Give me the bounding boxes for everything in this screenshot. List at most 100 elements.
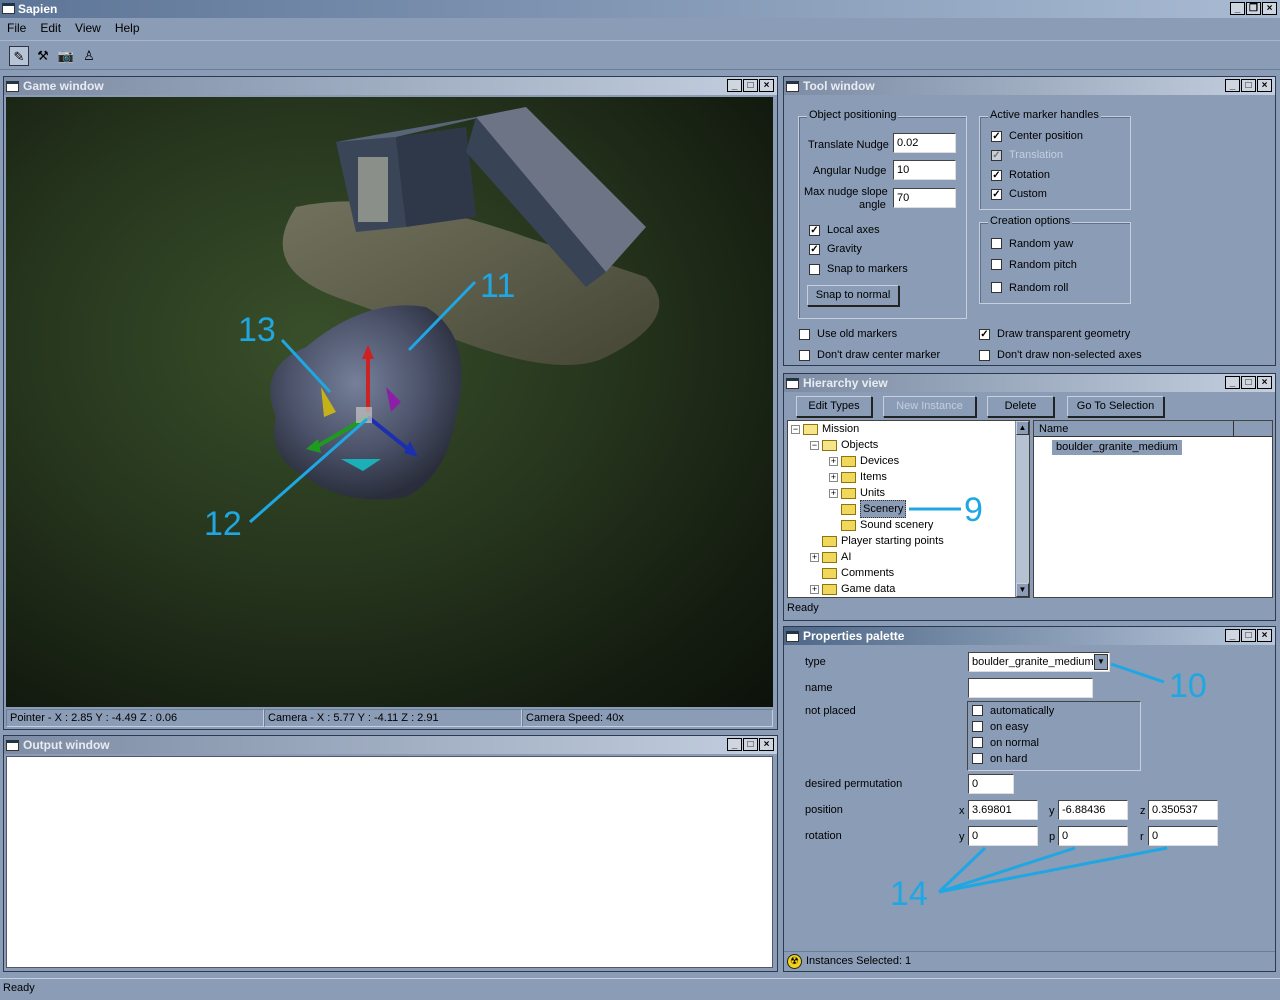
translate-nudge-label: Translate Nudge bbox=[808, 139, 889, 151]
window-icon bbox=[6, 740, 19, 751]
rotation-checkbox[interactable]: ✓ bbox=[991, 170, 1002, 181]
building-door bbox=[358, 157, 388, 222]
annotation-10: 10 bbox=[1169, 667, 1207, 705]
dont-draw-center-checkbox[interactable] bbox=[799, 350, 810, 361]
maximize-button[interactable]: □ bbox=[1241, 79, 1256, 92]
list-header-name[interactable]: Name bbox=[1034, 421, 1234, 437]
go-to-selection-button[interactable]: Go To Selection bbox=[1067, 396, 1164, 417]
minimize-button[interactable]: _ bbox=[1230, 2, 1245, 15]
tree-item-objects[interactable]: − Objects bbox=[810, 437, 878, 453]
output-window-title: Output window bbox=[23, 738, 110, 752]
path-tool-icon[interactable]: ⚒ bbox=[33, 46, 53, 66]
close-button[interactable]: × bbox=[759, 79, 774, 92]
tree-item-ai[interactable]: + AI bbox=[810, 549, 851, 565]
creation-options-group: Creation options Random yaw Random pitch… bbox=[979, 215, 1131, 304]
folder-open-icon bbox=[803, 423, 818, 435]
minimize-button[interactable]: _ bbox=[727, 79, 742, 92]
annotation-12: 12 bbox=[204, 505, 242, 543]
annotation-9: 9 bbox=[964, 491, 983, 529]
close-button[interactable]: × bbox=[1257, 376, 1272, 389]
tree-item-scenery[interactable]: Scenery bbox=[841, 500, 907, 518]
tree-item-game-data[interactable]: + Game data bbox=[810, 581, 895, 597]
annotation-11: 11 bbox=[480, 267, 516, 305]
tree-item-units[interactable]: + Units bbox=[829, 485, 885, 501]
snap-to-markers-checkbox[interactable] bbox=[809, 264, 820, 275]
player-tool-icon[interactable]: ♙ bbox=[79, 46, 99, 66]
use-old-markers-checkbox[interactable] bbox=[799, 329, 810, 340]
instances-selected-status: Instances Selected: 1 bbox=[806, 955, 912, 967]
center-position-checkbox[interactable]: ✓ bbox=[991, 131, 1002, 142]
angular-nudge-input[interactable]: 10 bbox=[893, 160, 956, 180]
maximize-button[interactable]: □ bbox=[743, 79, 758, 92]
menu-edit[interactable]: Edit bbox=[40, 18, 61, 38]
tree-item-player-starting-points[interactable]: Player starting points bbox=[822, 533, 944, 549]
instance-list[interactable]: Name boulder_granite_medium bbox=[1033, 420, 1273, 598]
folder-icon bbox=[841, 503, 856, 515]
menu-bar: File Edit View Help bbox=[0, 18, 1280, 38]
properties-palette: Properties palette _ □ × type boulder_gr… bbox=[783, 626, 1276, 972]
snap-to-markers-label: Snap to markers bbox=[827, 263, 908, 275]
close-button[interactable]: × bbox=[1257, 79, 1272, 92]
local-axes-checkbox[interactable]: ✓ bbox=[809, 225, 820, 236]
draw-transparent-checkbox[interactable]: ✓ bbox=[979, 329, 990, 340]
tool-window-titlebar: Tool window _ □ × bbox=[784, 77, 1275, 95]
scroll-up-icon[interactable]: ▲ bbox=[1016, 421, 1029, 435]
output-text-area[interactable] bbox=[6, 756, 773, 968]
snap-to-normal-button[interactable]: Snap to normal bbox=[807, 285, 899, 306]
pencil-tool-icon[interactable]: ✎ bbox=[9, 46, 29, 66]
minimize-button[interactable]: _ bbox=[1225, 376, 1240, 389]
folder-icon bbox=[841, 455, 856, 467]
tree-item-comments[interactable]: Comments bbox=[822, 565, 894, 581]
random-pitch-checkbox[interactable] bbox=[991, 259, 1002, 270]
tree-scrollbar[interactable]: ▲ ▼ bbox=[1015, 421, 1029, 597]
close-button[interactable]: × bbox=[759, 738, 774, 751]
maximize-button[interactable]: □ bbox=[1241, 376, 1256, 389]
gravity-checkbox[interactable]: ✓ bbox=[809, 244, 820, 255]
3d-viewport[interactable]: 11 13 12 bbox=[6, 97, 773, 707]
minimize-button[interactable]: _ bbox=[1225, 79, 1240, 92]
properties-status-bar: ☢ Instances Selected: 1 bbox=[784, 951, 1275, 971]
list-item[interactable]: boulder_granite_medium bbox=[1052, 440, 1182, 455]
custom-checkbox[interactable]: ✓ bbox=[991, 189, 1002, 200]
maximize-button[interactable]: □ bbox=[743, 738, 758, 751]
tree-item-devices[interactable]: + Devices bbox=[829, 453, 899, 469]
tree-item-mission[interactable]: − Mission bbox=[791, 421, 859, 437]
tree-item-items[interactable]: + Items bbox=[829, 469, 887, 485]
game-window-title: Game window bbox=[23, 79, 104, 93]
max-nudge-input[interactable]: 70 bbox=[893, 188, 956, 208]
center-position-label: Center position bbox=[1009, 130, 1083, 142]
scroll-down-icon[interactable]: ▼ bbox=[1016, 583, 1029, 597]
menu-file[interactable]: File bbox=[7, 18, 26, 38]
rotation-label: Rotation bbox=[1009, 169, 1050, 181]
active-marker-handles-group: Active marker handles ✓ Center position … bbox=[979, 109, 1131, 210]
random-roll-label: Random roll bbox=[1009, 282, 1069, 294]
translate-nudge-input[interactable]: 0.02 bbox=[893, 133, 956, 153]
main-status-bar: Ready bbox=[0, 978, 1280, 1000]
menu-help[interactable]: Help bbox=[115, 18, 140, 38]
game-window-titlebar: Game window _ □ × bbox=[4, 77, 777, 95]
random-pitch-label: Random pitch bbox=[1009, 259, 1077, 271]
hierarchy-view-titlebar: Hierarchy view _ □ × bbox=[784, 374, 1275, 392]
folder-icon bbox=[822, 551, 837, 563]
menu-view[interactable]: View bbox=[75, 18, 101, 38]
window-icon bbox=[786, 81, 799, 92]
use-old-markers-label: Use old markers bbox=[817, 328, 898, 340]
delete-button[interactable]: Delete bbox=[987, 396, 1054, 417]
app-title: Sapien bbox=[18, 2, 58, 16]
restore-button[interactable]: ❐ bbox=[1246, 2, 1261, 15]
random-roll-checkbox[interactable] bbox=[991, 282, 1002, 293]
minimize-button[interactable]: _ bbox=[727, 738, 742, 751]
window-icon bbox=[6, 81, 19, 92]
random-yaw-checkbox[interactable] bbox=[991, 238, 1002, 249]
annotation-13: 13 bbox=[238, 311, 276, 349]
camera-tool-icon[interactable]: 📷 bbox=[56, 46, 76, 66]
folder-icon bbox=[841, 519, 856, 531]
close-button[interactable]: × bbox=[1262, 2, 1277, 15]
folder-icon bbox=[822, 583, 837, 595]
dont-draw-nonselected-checkbox[interactable] bbox=[979, 350, 990, 361]
folder-icon bbox=[841, 471, 856, 483]
dont-draw-nonselected-label: Don't draw non-selected axes bbox=[997, 349, 1142, 361]
edit-types-button[interactable]: Edit Types bbox=[796, 396, 872, 417]
dont-draw-center-label: Don't draw center marker bbox=[817, 349, 941, 361]
toolbar: ✎ ⚒ 📷 ♙ bbox=[0, 40, 1280, 70]
